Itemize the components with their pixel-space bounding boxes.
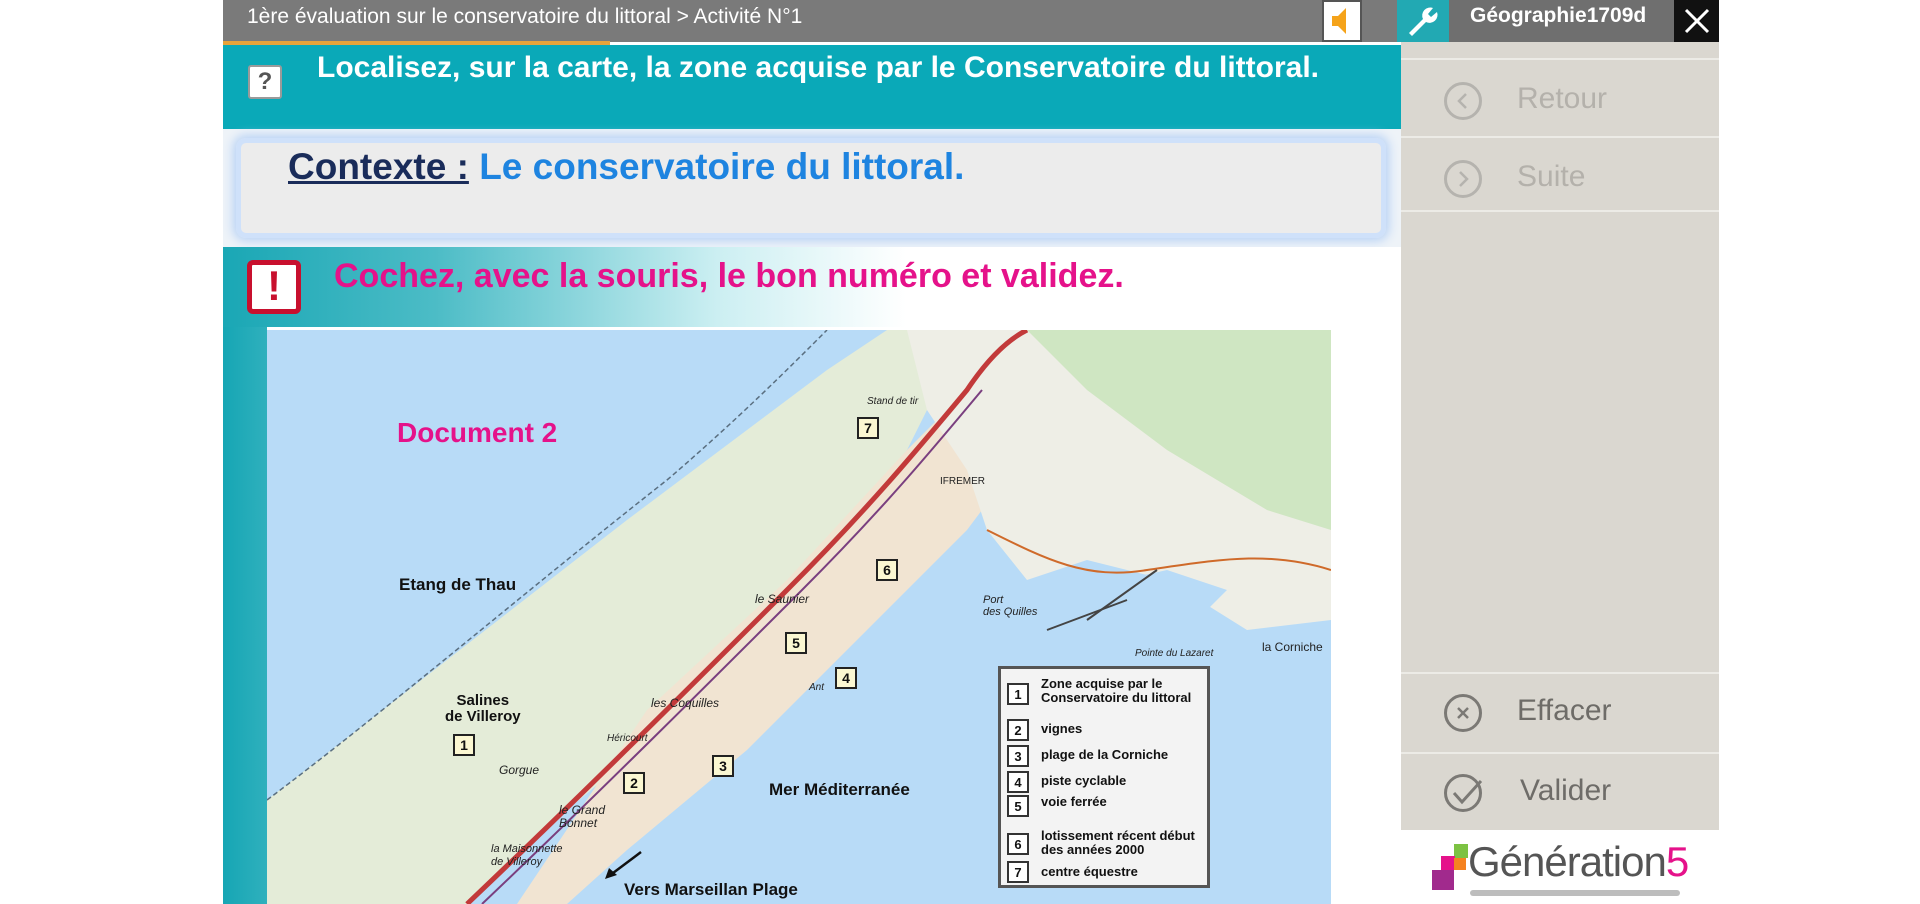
breadcrumb: 1ère évaluation sur le conservatoire du …	[247, 5, 803, 28]
legend-text: lotissement récent début des années 2000	[1041, 828, 1195, 857]
divider	[1401, 752, 1719, 754]
navigation-panel: Retour Suite Effacer Valider	[1401, 42, 1719, 830]
legend-number: 3	[1007, 745, 1029, 767]
context-label: Contexte :	[288, 146, 469, 187]
context-value: Le conservatoire du littoral.	[479, 146, 965, 187]
legend-text: voie ferrée	[1041, 794, 1107, 809]
logo-square	[1432, 870, 1454, 890]
effacer-label: Effacer	[1517, 694, 1612, 727]
legend-number: 1	[1007, 683, 1029, 705]
legend-text: centre équestre	[1041, 864, 1138, 879]
legend-text: Zone acquise par le Conservatoire du lit…	[1041, 676, 1192, 705]
logo-underline	[1470, 890, 1680, 896]
label-ant: Ant	[809, 682, 825, 693]
valider-label: Valider	[1520, 774, 1612, 807]
question-banner: ? Localisez, sur la carte, la zone acqui…	[223, 45, 1401, 129]
logo-square	[1441, 856, 1455, 870]
effacer-button[interactable]: Effacer	[1401, 676, 1719, 750]
question-icon[interactable]: ?	[248, 65, 282, 99]
chevron-right-icon	[1444, 160, 1482, 198]
label-mer: Mer Méditerranée	[769, 780, 910, 799]
logo-word: Génération	[1468, 838, 1667, 885]
checkmark-icon	[1444, 774, 1483, 812]
legend-number: 6	[1007, 833, 1029, 855]
close-icon	[1684, 8, 1710, 34]
legend-number: 4	[1007, 771, 1029, 793]
map-legend: 1 Zone acquise par le Conservatoire du l…	[998, 666, 1210, 888]
label-pointe: Pointe du Lazaret	[1135, 648, 1214, 659]
breadcrumb-bar: 1ère évaluation sur le conservatoire du …	[223, 0, 1397, 45]
logo-number: 5	[1665, 838, 1689, 885]
label-marseillan: Vers Marseillan Plage	[624, 880, 798, 899]
map-document: Document 2 Etang de Thau Salines de Vill…	[267, 330, 1331, 904]
map-marker-3[interactable]: 3	[712, 755, 734, 777]
tools-button[interactable]	[1397, 0, 1449, 42]
label-corniche: la Corniche	[1262, 640, 1323, 654]
retour-label: Retour	[1517, 82, 1608, 115]
legend-text: vignes	[1041, 721, 1083, 736]
label-coquilles: les Coquilles	[651, 696, 720, 710]
instruction-text: Cochez, avec la souris, le bon numéro et…	[334, 257, 1124, 295]
label-stand: Stand de tir	[867, 396, 919, 407]
context-scroll: Contexte : Le conservatoire du littoral.	[236, 138, 1386, 238]
label-etang: Etang de Thau	[399, 575, 517, 594]
valider-button[interactable]: Valider	[1401, 756, 1719, 830]
label-maisonnette: la Maisonnette de Villeroy	[491, 843, 563, 868]
divider	[1401, 672, 1719, 674]
legend-number: 7	[1007, 861, 1029, 883]
legend-text: piste cyclable	[1041, 773, 1127, 788]
label-gorgue: Gorgue	[499, 763, 540, 777]
legend-number: 2	[1007, 719, 1029, 741]
logo-text: Génération5	[1468, 838, 1689, 886]
retour-button[interactable]: Retour	[1401, 64, 1719, 138]
map-marker-6[interactable]: 6	[876, 559, 898, 581]
divider	[1401, 58, 1719, 60]
question-text: Localisez, sur la carte, la zone acquise…	[317, 51, 1320, 84]
clear-icon	[1444, 694, 1482, 732]
legend-text: plage de la Corniche	[1041, 747, 1169, 762]
suite-button[interactable]: Suite	[1401, 142, 1719, 216]
map-marker-1[interactable]: 1	[453, 734, 475, 756]
divider	[1401, 136, 1719, 138]
legend-number: 5	[1007, 795, 1029, 817]
username-label: Géographie1709d	[1449, 0, 1674, 42]
label-port: Port des Quilles	[983, 594, 1038, 618]
document-label: Document 2	[397, 417, 558, 448]
sound-button[interactable]	[1322, 0, 1362, 42]
map-marker-4[interactable]: 4	[835, 667, 857, 689]
logo-square	[1454, 844, 1468, 858]
instruction-banner: ! Cochez, avec la souris, le bon numéro …	[223, 247, 1401, 327]
map-marker-2[interactable]: 2	[623, 772, 645, 794]
speaker-icon	[1332, 8, 1346, 34]
divider	[1401, 210, 1719, 212]
label-saunier: le Saunier	[755, 592, 810, 606]
context-line: Contexte : Le conservatoire du littoral.	[288, 146, 964, 188]
generation5-logo: Génération5	[1430, 838, 1690, 904]
close-button[interactable]	[1674, 0, 1719, 42]
map-marker-7[interactable]: 7	[857, 417, 879, 439]
label-grand-bonnet: le Grand Bonnet	[559, 803, 606, 830]
wrench-icon	[1409, 7, 1438, 36]
label-herault: Héricourt	[607, 733, 648, 744]
chevron-left-icon	[1444, 82, 1482, 120]
suite-label: Suite	[1517, 160, 1586, 193]
label-salines: Salines de Villeroy	[445, 692, 521, 725]
exclamation-icon: !	[247, 260, 301, 314]
left-decor-column	[223, 327, 267, 904]
map-marker-5[interactable]: 5	[785, 632, 807, 654]
arrow-southwest-icon	[605, 851, 642, 879]
logo-square	[1454, 858, 1466, 870]
label-ifremer: IFREMER	[940, 476, 985, 487]
